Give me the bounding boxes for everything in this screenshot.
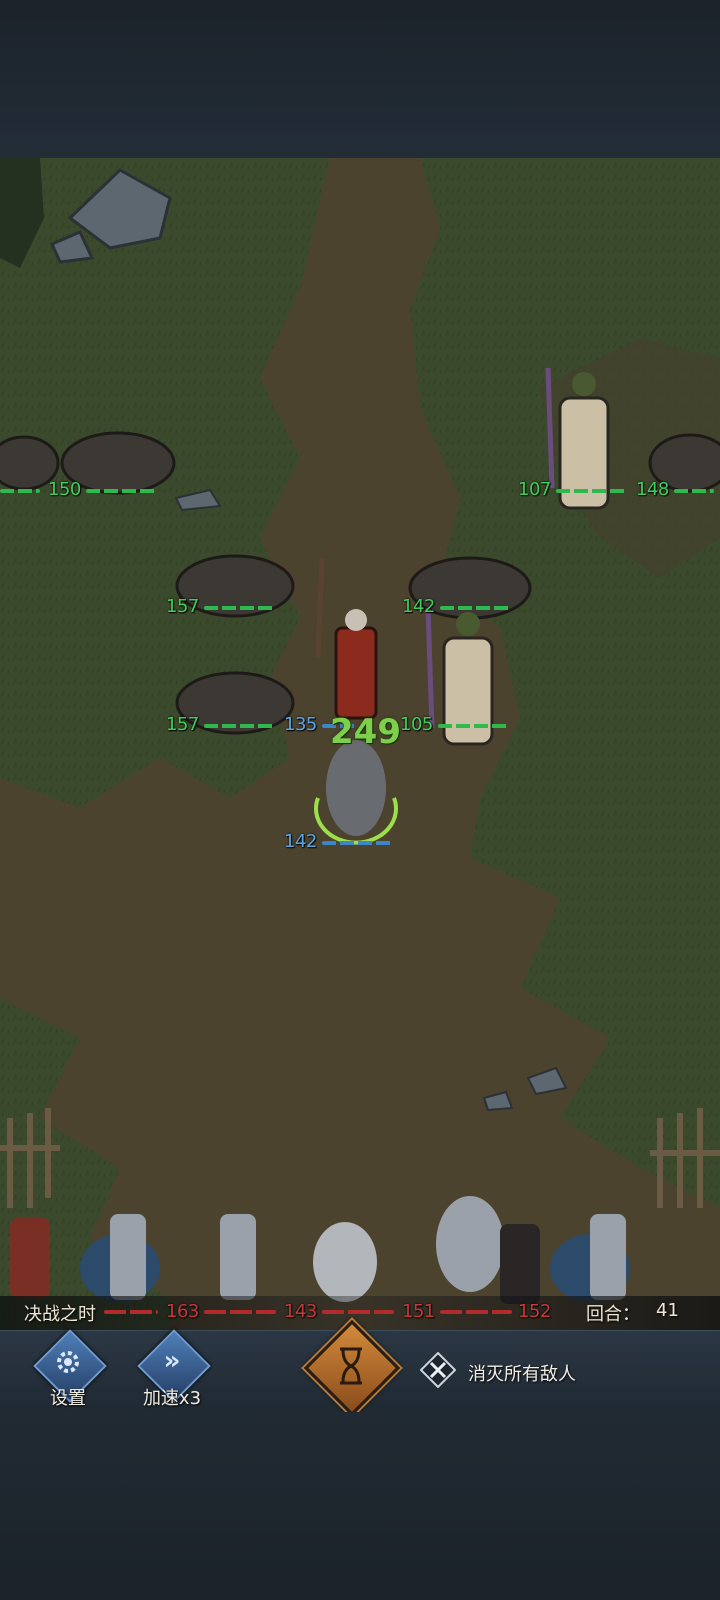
hourglass-icon [340, 1347, 362, 1385]
left-fence [0, 1108, 60, 1208]
ally-hp-bar [322, 841, 394, 845]
gear-icon [57, 1351, 79, 1373]
enemy-hp-label: 157 [166, 596, 199, 617]
enemy-hp-label: 105 [400, 714, 433, 735]
front-row-hp-label: 152 [518, 1301, 551, 1322]
bottom-letterbox [0, 1412, 720, 1600]
front-row-hp-bar [322, 1310, 394, 1314]
enemy-hp-bar [674, 489, 714, 493]
settings-button[interactable]: 设置 [30, 1329, 110, 1409]
enemy-hp-bar [86, 489, 158, 493]
round-counter: 41 [656, 1300, 679, 1321]
ally-hp-label: 142 [284, 831, 317, 852]
speed-button[interactable]: » 加速x3 [134, 1329, 214, 1409]
enemy-hp-bar [0, 489, 40, 493]
front-row-hp-bar [104, 1310, 158, 1314]
fast-forward-icon: » [163, 1346, 181, 1376]
enemy-hp-bar [438, 724, 510, 728]
front-row-hp-bar [440, 1310, 512, 1314]
speed-label: 加速x3 [142, 1388, 202, 1409]
terrain-map [0, 158, 720, 1412]
enemy-hp-label: 157 [166, 714, 199, 735]
enemy-hp-label: 107 [518, 479, 551, 500]
battlefield [0, 158, 720, 1412]
battle-phase-label: 决战之时 [24, 1304, 96, 1325]
enemy-hp-bar [204, 606, 276, 610]
enemy-hp-label: 148 [636, 479, 669, 500]
enemy-hp-label: 142 [402, 596, 435, 617]
enemy-hp-bar [440, 606, 512, 610]
enemy-hp-label: 150 [48, 479, 81, 500]
enemy-hp-bar [556, 489, 628, 493]
objective-text: 消灭所有敌人 [468, 1364, 576, 1385]
damage-popup: 249 [330, 712, 401, 752]
objective-panel: 消灭所有敌人 [416, 1346, 720, 1396]
settings-label: 设置 [50, 1388, 86, 1409]
round-label: 回合： [586, 1304, 640, 1325]
crossed-swords-icon [420, 1352, 456, 1388]
end-turn-button[interactable] [303, 1319, 401, 1417]
enemy-hp-bar [204, 724, 276, 728]
front-row-hp-label: 143 [284, 1301, 317, 1322]
top-letterbox [0, 0, 720, 158]
front-row-hp-label: 151 [402, 1301, 435, 1322]
front-row-hp-label: 163 [166, 1301, 199, 1322]
ally-hp-label: 135 [284, 714, 317, 735]
front-row-hp-bar [204, 1310, 276, 1314]
